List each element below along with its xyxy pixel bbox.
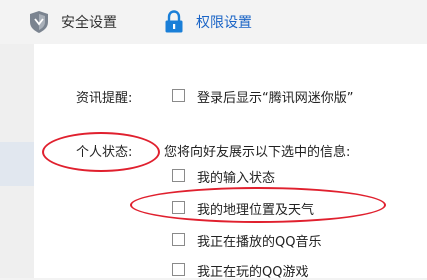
qq-game-checkbox[interactable] [172, 263, 185, 276]
qq-music-label: 我正在播放的QQ音乐 [197, 235, 322, 250]
shield-icon [27, 10, 51, 34]
tab-security-settings-label: 安全设置 [61, 15, 117, 31]
tab-permission-settings[interactable]: 权限设置 [162, 0, 252, 44]
tab-security-settings[interactable]: 安全设置 [27, 0, 117, 44]
left-sidebar [0, 44, 34, 278]
tab-permission-settings-label: 权限设置 [196, 15, 252, 31]
qq-game-label: 我正在玩的QQ游戏 [197, 265, 309, 280]
personal-status-description: 您将向好友展示以下选中的信息: [164, 145, 351, 160]
news-reminder-option-label: 登录后显示“腾讯网迷你版” [197, 91, 354, 106]
news-reminder-label: 资讯提醒: [76, 91, 133, 106]
lock-icon [162, 10, 186, 34]
news-reminder-checkbox[interactable] [172, 89, 185, 102]
settings-tab-bar: 安全设置 权限设置 [0, 0, 427, 44]
sidebar-selected-item[interactable] [0, 142, 34, 186]
location-option-highlight-ring [130, 187, 386, 223]
typing-status-label: 我的输入状态 [197, 171, 276, 186]
qq-music-checkbox[interactable] [172, 233, 185, 246]
typing-status-checkbox[interactable] [172, 169, 185, 182]
personal-status-highlight-ring [42, 132, 160, 172]
